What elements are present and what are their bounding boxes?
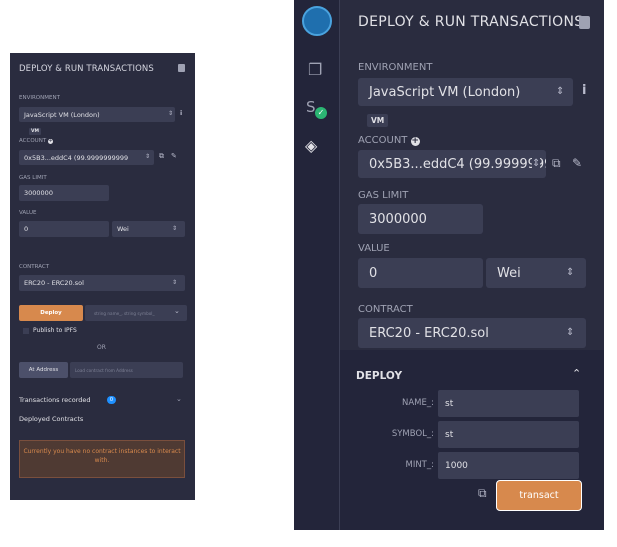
value-amount: 0 xyxy=(24,225,29,233)
deploy-run-main: DEPLOY & RUN TRANSACTIONS ENVIRONMENT Ja… xyxy=(340,0,604,530)
account-value: 0x5B3...eddC4 (99.9999999999 xyxy=(369,156,546,172)
large-deploy-panel: ❐ S ✓ ◈ DEPLOY & RUN TRANSACTIONS ENVIRO… xyxy=(294,0,604,530)
value-input[interactable]: 0 xyxy=(358,258,483,288)
value-amount: 0 xyxy=(369,265,378,281)
gas-limit-value: 3000000 xyxy=(369,211,427,227)
param-value-mint: 1000 xyxy=(445,460,468,471)
documentation-icon[interactable] xyxy=(178,64,185,72)
value-unit: Wei xyxy=(497,265,521,281)
param-value-symbol: st xyxy=(445,429,454,440)
gas-limit-input[interactable]: 3000000 xyxy=(19,185,109,201)
chevron-updown-icon: ⇕ xyxy=(145,153,151,160)
chevron-updown-icon: ⇕ xyxy=(566,267,575,278)
info-icon[interactable]: i xyxy=(180,109,182,117)
deploy-params-hint: string name_, string symbol_ xyxy=(94,310,155,316)
account-label-text: ACCOUNT xyxy=(19,138,47,144)
deploy-section-title: DEPLOY xyxy=(356,370,403,382)
gas-limit-label: GAS LIMIT xyxy=(19,175,47,181)
deploy-button[interactable]: Deploy xyxy=(19,305,83,321)
account-label: ACCOUNT + xyxy=(358,135,420,146)
vm-badge: VM xyxy=(29,128,41,135)
account-label-text: ACCOUNT xyxy=(358,135,408,146)
documentation-icon[interactable] xyxy=(579,16,590,29)
edit-icon[interactable]: ✎ xyxy=(572,156,582,170)
copy-icon[interactable]: ⧉ xyxy=(159,152,164,161)
no-contract-alert: Currently you have no contract instances… xyxy=(19,440,185,478)
chevron-down-icon[interactable]: ⌄ xyxy=(176,395,182,403)
environment-label: ENVIRONMENT xyxy=(19,95,60,101)
add-account-icon[interactable]: + xyxy=(47,139,53,144)
copy-icon[interactable]: ⧉ xyxy=(552,156,561,171)
contract-label: CONTRACT xyxy=(358,304,413,315)
chevron-updown-icon: ⇕ xyxy=(556,86,565,97)
environment-select[interactable]: JavaScript VM (London) xyxy=(358,78,573,106)
vm-badge: VM xyxy=(367,114,389,127)
chevron-up-icon[interactable]: ⌃ xyxy=(572,367,581,380)
gas-limit-label: GAS LIMIT xyxy=(358,190,409,201)
transactions-count-badge: 0 xyxy=(107,396,116,404)
param-label-name: NAME_: xyxy=(402,398,434,408)
chevron-down-icon[interactable]: ⌄ xyxy=(174,307,180,315)
value-label: VALUE xyxy=(19,210,37,216)
gas-limit-value: 3000000 xyxy=(24,189,53,197)
account-value: 0x5B3...eddC4 (99.9999999999 xyxy=(24,153,129,162)
check-icon: ✓ xyxy=(315,107,327,119)
panel-title: DEPLOY & RUN TRANSACTIONS xyxy=(19,64,154,74)
or-text: OR xyxy=(97,344,106,351)
environment-select[interactable]: JavaScript VM (London) xyxy=(19,107,175,122)
chevron-updown-icon: ⇕ xyxy=(532,158,541,169)
small-deploy-panel: DEPLOY & RUN TRANSACTIONS ENVIRONMENT Ja… xyxy=(10,53,195,500)
account-label: ACCOUNT + xyxy=(19,138,53,144)
param-input-name[interactable]: st xyxy=(438,390,579,417)
value-label: VALUE xyxy=(358,243,390,254)
chevron-updown-icon: ⇕ xyxy=(168,110,174,117)
add-account-icon[interactable]: + xyxy=(410,137,420,146)
deploy-section: DEPLOY ⌃ NAME_: st SYMBOL_: st MINT_: 10… xyxy=(340,350,604,530)
deployed-contracts-label: Deployed Contracts xyxy=(19,415,84,423)
publish-ipfs-checkbox[interactable] xyxy=(23,328,29,334)
contract-label: CONTRACT xyxy=(19,264,50,270)
info-icon[interactable]: i xyxy=(582,83,586,98)
environment-value: JavaScript VM (London) xyxy=(369,84,521,100)
edit-icon[interactable]: ✎ xyxy=(171,152,177,160)
solidity-compiler-icon[interactable]: S ✓ xyxy=(306,98,327,119)
deploy-run-icon[interactable]: ◈ xyxy=(305,136,317,155)
transact-button[interactable]: transact xyxy=(496,480,582,511)
file-explorer-icon[interactable]: ❐ xyxy=(308,60,322,79)
param-value-name: st xyxy=(445,398,454,409)
account-select[interactable]: 0x5B3...eddC4 (99.9999999999 xyxy=(358,150,546,178)
panel-title: DEPLOY & RUN TRANSACTIONS xyxy=(358,14,584,30)
at-address-button[interactable]: At Address xyxy=(19,362,68,378)
param-label-mint: MINT_: xyxy=(405,460,434,470)
chevron-updown-icon: ⇕ xyxy=(172,279,178,286)
copy-calldata-icon[interactable]: ⧉ xyxy=(478,486,487,501)
icon-sidebar: ❐ S ✓ ◈ xyxy=(294,0,340,530)
transactions-recorded-label[interactable]: Transactions recorded xyxy=(19,396,91,404)
remix-logo-icon[interactable] xyxy=(302,6,332,36)
contract-select[interactable]: ERC20 - ERC20.sol xyxy=(358,318,586,348)
chevron-updown-icon: ⇕ xyxy=(566,327,575,338)
param-label-symbol: SYMBOL_: xyxy=(391,429,434,439)
param-input-symbol[interactable]: st xyxy=(438,421,579,448)
gas-limit-input[interactable]: 3000000 xyxy=(358,204,483,234)
deploy-params-input[interactable]: string name_, string symbol_ xyxy=(85,305,187,321)
value-unit: Wei xyxy=(117,225,129,233)
environment-value: JavaScript VM (London) xyxy=(24,110,100,119)
at-address-input[interactable]: Load contract from Address xyxy=(70,362,183,378)
contract-select[interactable]: ERC20 - ERC20.sol xyxy=(19,275,185,291)
chevron-updown-icon: ⇕ xyxy=(172,225,178,232)
value-input[interactable]: 0 xyxy=(19,221,109,237)
at-address-hint: Load contract from Address xyxy=(75,367,133,373)
account-select[interactable]: 0x5B3...eddC4 (99.9999999999 xyxy=(19,150,154,165)
environment-label: ENVIRONMENT xyxy=(358,62,433,73)
param-input-mint[interactable]: 1000 xyxy=(438,452,579,479)
contract-value: ERC20 - ERC20.sol xyxy=(369,325,489,341)
contract-value: ERC20 - ERC20.sol xyxy=(24,279,84,287)
publish-ipfs-label: Publish to IPFS xyxy=(33,327,77,334)
